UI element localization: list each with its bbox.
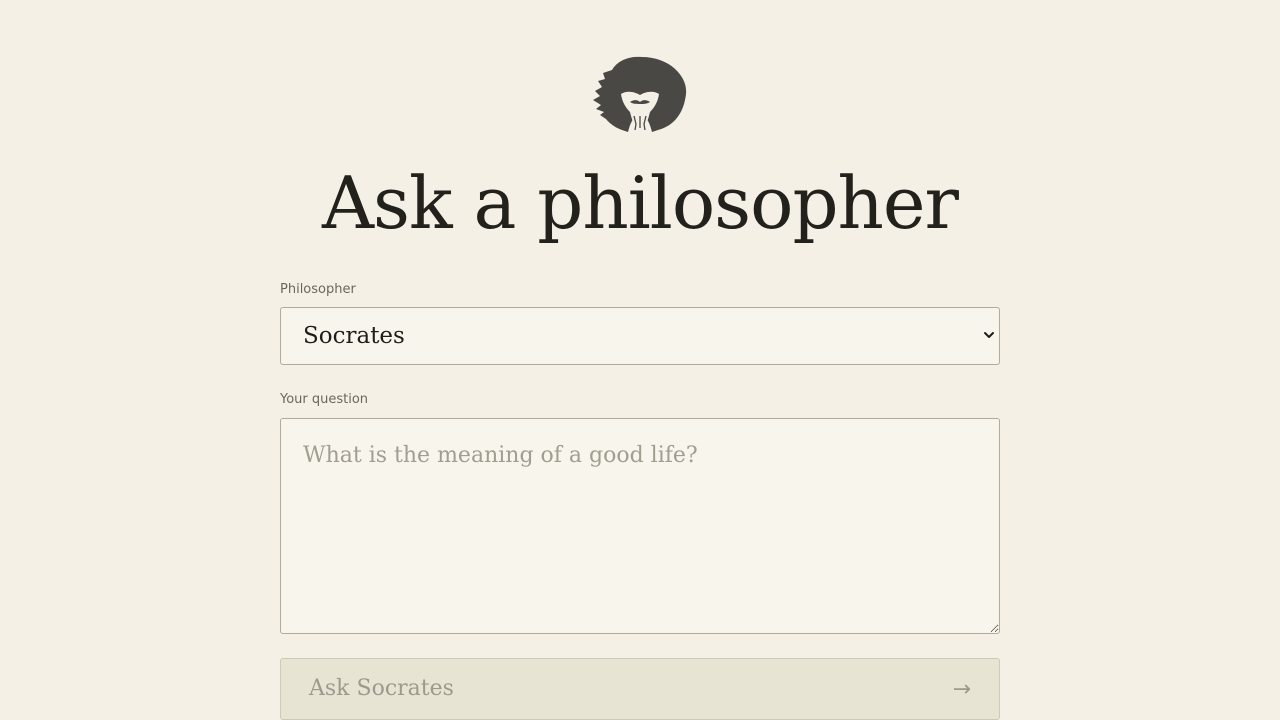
philosopher-head-icon <box>590 54 690 136</box>
arrow-right-icon: → <box>952 677 971 702</box>
chevron-down-icon <box>984 332 994 338</box>
question-label: Your question <box>280 392 369 407</box>
philosopher-label: Philosopher <box>280 282 356 297</box>
question-input[interactable] <box>280 418 1000 634</box>
ask-button[interactable]: Ask Socrates → <box>280 658 1000 720</box>
philosopher-selected-value: Socrates <box>303 323 405 349</box>
ask-button-label: Ask Socrates <box>309 676 454 701</box>
page-title: Ask a philosopher <box>322 161 959 245</box>
philosopher-select[interactable]: Socrates <box>280 307 1000 365</box>
